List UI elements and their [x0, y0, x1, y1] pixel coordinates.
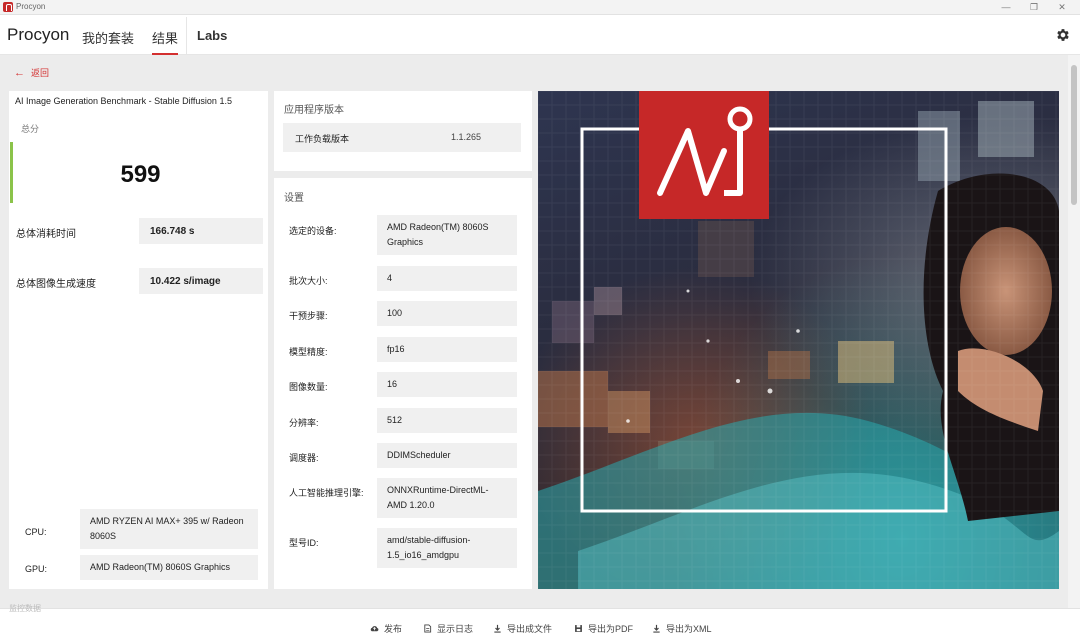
setting-label-resolution: 分辨率:: [289, 418, 319, 428]
metric-value-total-time: 166.748 s: [139, 218, 263, 244]
minimize-button[interactable]: —: [999, 1, 1013, 13]
maximize-button[interactable]: ❐: [1027, 1, 1041, 13]
benchmark-hero-image: [538, 91, 1059, 589]
setting-label-model-id: 型号ID:: [289, 538, 319, 548]
setting-value-text: amd/stable-diffusion-1.5_io16_amdgpu: [387, 535, 471, 560]
setting-label-inference-engine: 人工智能推理引擎:: [289, 488, 364, 498]
cpu-label: CPU:: [25, 527, 47, 537]
cpu-value-text: AMD RYZEN AI MAX+ 395 w/ Radeon 8060S: [90, 516, 244, 541]
scrollbar-thumb[interactable]: [1071, 65, 1077, 205]
setting-label-image-count: 图像数量:: [289, 382, 328, 392]
monitoring-data-label: 监控数据: [9, 604, 41, 613]
export-pdf-label: 导出为PDF: [588, 624, 634, 634]
gear-icon[interactable]: [1055, 27, 1071, 43]
settings-title: 设置: [284, 193, 304, 204]
brand-logo: Procyon: [7, 25, 70, 44]
setting-value-precision: fp16: [377, 337, 517, 362]
setting-label-batch-size: 批次大小:: [289, 276, 328, 286]
total-score-label: 总分: [21, 124, 40, 134]
setting-value-text: 512: [387, 415, 403, 425]
title-bar: Procyon — ❐ ✕: [0, 0, 1080, 15]
download-icon: [494, 624, 501, 633]
setting-value-image-count: 16: [377, 372, 517, 397]
window-title: Procyon: [16, 2, 46, 11]
setting-value-inference-engine: ONNXRuntime-DirectML-AMD 1.20.0: [377, 478, 517, 518]
setting-value-scheduler: DDIMScheduler: [377, 443, 517, 468]
setting-value-resolution: 512: [377, 408, 517, 433]
ai-logo-block: [639, 91, 769, 219]
workload-version-value: 1.1.265: [451, 132, 482, 142]
procyon-app-icon: [3, 2, 13, 12]
top-nav: Procyon 我的套装 结果 Labs: [0, 15, 1080, 55]
back-label: 返回: [31, 68, 50, 78]
export-xml-label: 导出为XML: [666, 624, 712, 634]
publish-label: 发布: [384, 624, 403, 634]
metric-label-image-speed: 总体图像生成速度: [16, 279, 96, 290]
gpu-value: AMD Radeon(TM) 8060S Graphics: [80, 555, 258, 580]
setting-value-text: ONNXRuntime-DirectML-AMD 1.20.0: [387, 485, 489, 510]
download-icon: [653, 624, 660, 633]
metric-value-text: 10.422 s/image: [150, 275, 221, 287]
workload-version-row: 工作负载版本 1.1.265: [283, 123, 521, 152]
export-file-button[interactable]: 导出成文件: [493, 622, 552, 635]
setting-value-batch-size: 4: [377, 266, 517, 291]
hero-artwork: [538, 91, 1059, 589]
setting-value-text: 100: [387, 308, 403, 318]
export-pdf-button[interactable]: 导出为PDF: [574, 622, 633, 635]
setting-label-steps: 干预步骤:: [289, 311, 328, 321]
setting-value-text: fp16: [387, 344, 405, 354]
setting-value-text: DDIMScheduler: [387, 450, 451, 460]
export-xml-button[interactable]: 导出为XML: [652, 622, 712, 635]
arrow-left-icon: ←: [14, 66, 25, 79]
cpu-value: AMD RYZEN AI MAX+ 395 w/ Radeon 8060S: [80, 509, 258, 549]
total-score: 599: [120, 161, 161, 188]
setting-value-text: AMD Radeon(TM) 8060S Graphics: [387, 222, 489, 247]
metric-label-total-time: 总体消耗时间: [16, 229, 76, 240]
metric-value-text: 166.748 s: [150, 225, 195, 237]
setting-value-model-id: amd/stable-diffusion-1.5_io16_amdgpu: [377, 528, 517, 568]
gpu-label: GPU:: [25, 564, 48, 574]
benchmark-title: AI Image Generation Benchmark - Stable D…: [15, 96, 232, 106]
tab-results[interactable]: 结果: [152, 28, 179, 55]
app-version-title: 应用程序版本: [284, 105, 344, 116]
page-scrollbar[interactable]: [1068, 55, 1080, 608]
app-version-panel: 应用程序版本 工作负载版本 1.1.265: [274, 91, 532, 171]
show-log-button[interactable]: 显示日志: [423, 622, 473, 635]
metric-value-image-speed: 10.422 s/image: [139, 268, 263, 294]
export-file-label: 导出成文件: [507, 624, 553, 634]
setting-value-device: AMD Radeon(TM) 8060S Graphics: [377, 215, 517, 255]
setting-label-scheduler: 调度器:: [289, 453, 319, 463]
workload-version-label: 工作负载版本: [295, 134, 350, 144]
setting-label-precision: 模型精度:: [289, 347, 328, 357]
settings-panel: 设置 选定的设备: AMD Radeon(TM) 8060S Graphics …: [274, 178, 532, 589]
close-button[interactable]: ✕: [1055, 1, 1069, 13]
bottom-action-bar: 监控数据 发布 显示日志 导出成文件 导出为PDF 导出为XML: [0, 604, 1080, 644]
setting-value-text: 4: [387, 273, 393, 283]
back-link[interactable]: ← 返回: [14, 66, 49, 79]
setting-label-device: 选定的设备:: [289, 226, 337, 236]
publish-button[interactable]: 发布: [370, 622, 402, 635]
setting-value-steps: 100: [377, 301, 517, 326]
tab-labs[interactable]: Labs: [197, 28, 227, 55]
result-panel: AI Image Generation Benchmark - Stable D…: [9, 91, 268, 589]
setting-value-text: 16: [387, 379, 398, 389]
tab-divider: [186, 17, 187, 55]
tab-my-suites[interactable]: 我的套装: [82, 28, 134, 55]
document-icon: [424, 624, 432, 633]
gpu-value-text: AMD Radeon(TM) 8060S Graphics: [90, 562, 231, 572]
save-icon: [575, 625, 582, 632]
show-log-label: 显示日志: [437, 624, 474, 634]
cloud-upload-icon: [370, 626, 379, 632]
